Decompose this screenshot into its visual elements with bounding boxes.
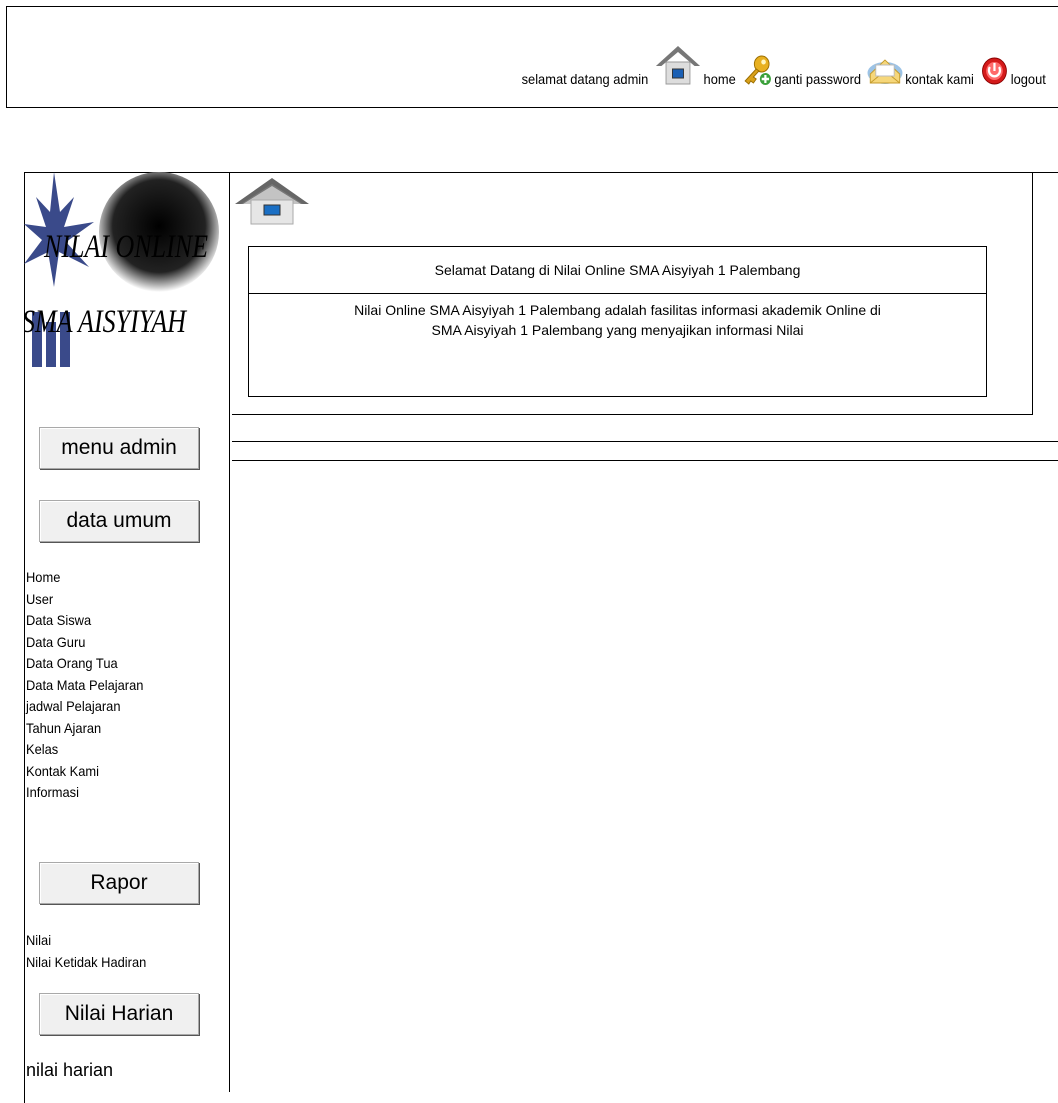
- power-icon: [980, 56, 1009, 89]
- logo-text-line2: SMA AISYIYAH: [24, 304, 188, 339]
- menu-item-data-mata-pelajaran[interactable]: Data Mata Pelajaran: [26, 675, 143, 697]
- nav-change-password-label: ganti password: [774, 71, 862, 87]
- nav-contact-link[interactable]: kontak kami: [867, 56, 974, 89]
- nilai-harian-menu: nilai harian: [26, 1060, 113, 1082]
- home-icon[interactable]: [233, 174, 311, 231]
- menu-item-jadwal-pelajaran[interactable]: jadwal Pelajaran: [26, 696, 143, 718]
- nav-contact-label: kontak kami: [905, 71, 975, 87]
- menu-admin-button[interactable]: menu admin: [39, 427, 199, 469]
- menu-item-kelas[interactable]: Kelas: [26, 739, 143, 761]
- home-icon: [654, 42, 702, 89]
- data-umum-menu: Home User Data Siswa Data Guru Data Oran…: [26, 567, 143, 804]
- envelope-icon: [867, 56, 904, 89]
- school-logo: NILAI ONLINE SMA AISYIYAH: [22, 172, 229, 392]
- menu-item-nilai-harian[interactable]: nilai harian: [26, 1060, 113, 1082]
- divider-line: [232, 441, 1058, 442]
- menu-item-data-guru[interactable]: Data Guru: [26, 632, 143, 654]
- divider-line: [232, 460, 1058, 461]
- nav-change-password-link[interactable]: ganti password: [741, 54, 861, 89]
- menu-item-user[interactable]: User: [26, 589, 143, 611]
- menu-item-tahun-ajaran[interactable]: Tahun Ajaran: [26, 718, 143, 740]
- menu-item-nilai[interactable]: Nilai: [26, 930, 146, 952]
- logo-text-line1: NILAI ONLINE: [43, 229, 208, 264]
- welcome-line-2: SMA Aisyiyah 1 Palembang yang menyajikan…: [431, 322, 804, 338]
- welcome-title: Selamat Datang di Nilai Online SMA Aisyi…: [249, 247, 986, 294]
- menu-item-informasi[interactable]: Informasi: [26, 782, 143, 804]
- nilai-harian-button[interactable]: Nilai Harian: [39, 993, 199, 1035]
- menu-item-data-orang-tua[interactable]: Data Orang Tua: [26, 653, 143, 675]
- menu-item-kontak-kami[interactable]: Kontak Kami: [26, 761, 143, 783]
- nav-home-label: home: [703, 71, 736, 87]
- data-umum-button[interactable]: data umum: [39, 500, 199, 542]
- nav-logout-link[interactable]: logout: [980, 56, 1046, 89]
- rapor-button[interactable]: Rapor: [39, 862, 199, 904]
- nav-home-link[interactable]: home: [654, 42, 736, 89]
- welcome-line-1: Nilai Online SMA Aisyiyah 1 Palembang ad…: [354, 302, 881, 318]
- greeting-text: selamat datang admin: [521, 71, 649, 87]
- top-navigation: selamat datang admin home ganti password: [522, 42, 1046, 89]
- nav-logout-label: logout: [1010, 71, 1046, 87]
- key-icon: [741, 54, 772, 89]
- menu-item-home[interactable]: Home: [26, 567, 143, 589]
- menu-item-nilai-ketidak-hadiran[interactable]: Nilai Ketidak Hadiran: [26, 952, 146, 974]
- welcome-panel: Selamat Datang di Nilai Online SMA Aisyi…: [248, 246, 987, 397]
- menu-item-data-siswa[interactable]: Data Siswa: [26, 610, 143, 632]
- rapor-menu: Nilai Nilai Ketidak Hadiran: [26, 930, 146, 973]
- welcome-body: Nilai Online SMA Aisyiyah 1 Palembang ad…: [249, 294, 986, 340]
